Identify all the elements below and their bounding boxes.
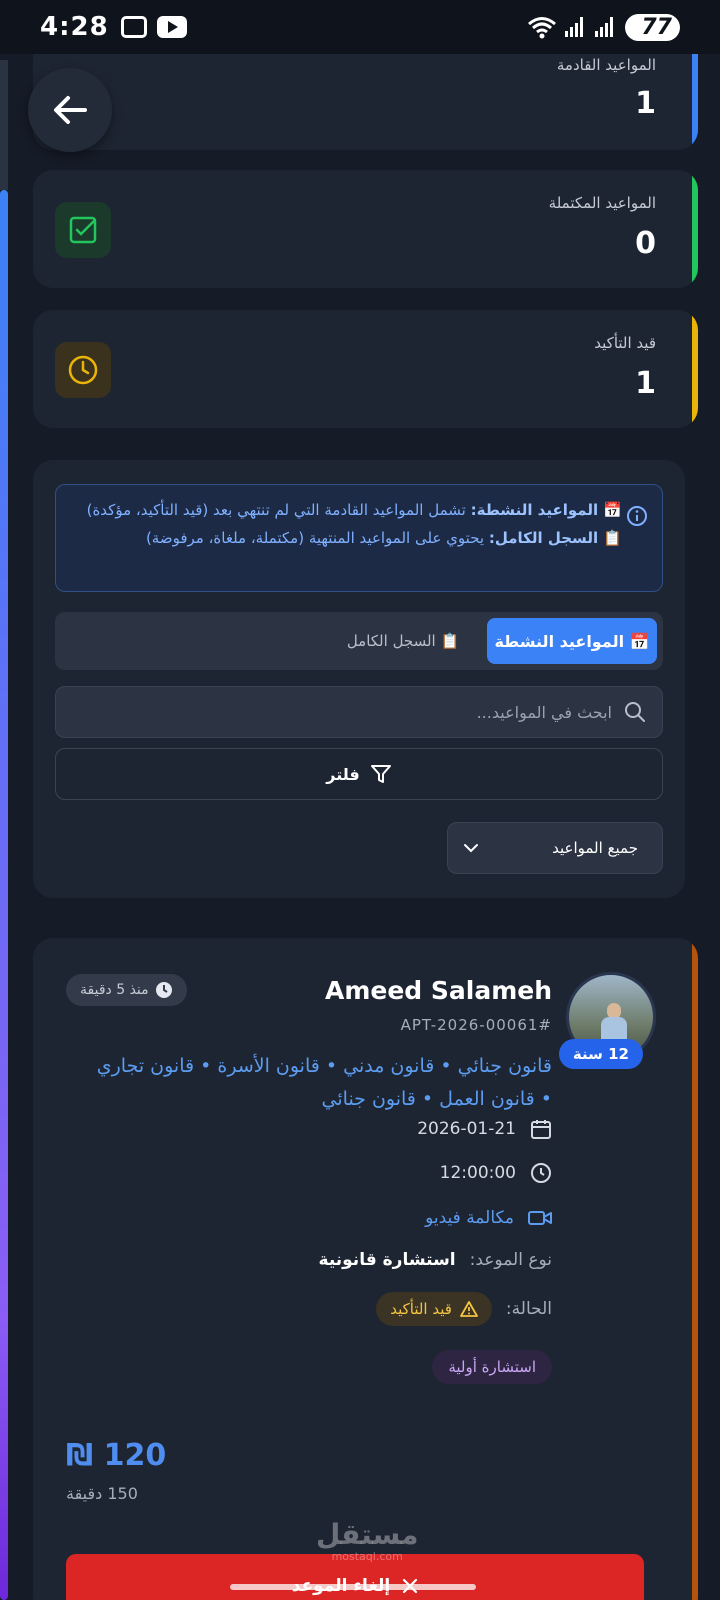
stat-value: 1 (635, 86, 656, 121)
info-history-title: 📋 السجل الكامل: (488, 529, 622, 547)
appointment-method: مكالمة فيديو (425, 1208, 514, 1228)
category-badge: استشارة أولية (432, 1350, 552, 1384)
info-active-line: 📅 المواعيد النشطة: تشمل المواعيد القادمة… (72, 499, 622, 521)
filter-label: فلتر (326, 764, 360, 784)
info-active-title: 📅 المواعيد النشطة: (470, 501, 622, 519)
youtube-icon (156, 16, 187, 38)
date-row: 2026-01-21 (417, 1118, 552, 1140)
time-row: 12:00:00 (440, 1162, 552, 1184)
stat-label: المواعيد المكتملة (548, 194, 656, 212)
status-time: 4:28 (40, 12, 109, 42)
filter-icon (370, 765, 391, 783)
info-icon (627, 506, 647, 526)
appointment-id: APT-2026-00061# (400, 1016, 552, 1034)
time-ago-text: منذ 5 دقيقة (80, 982, 149, 998)
filter-panel: 📅 المواعيد النشطة: تشمل المواعيد القادمة… (33, 460, 685, 898)
filter-button[interactable]: فلتر (55, 748, 663, 800)
appointment-card: 12 سنة Ameed Salameh APT-2026-00061# منذ… (33, 938, 698, 1600)
chevron-down-icon (464, 844, 478, 853)
search-box (55, 686, 663, 738)
wifi-icon (528, 17, 557, 39)
signal-icon-2 (595, 17, 617, 37)
tabs: 📅 المواعيد النشطة 📋 السجل الكامل (55, 612, 663, 670)
search-icon (625, 702, 645, 722)
screenshot-icon (120, 16, 147, 38)
accent-bar (692, 170, 698, 288)
experience-badge: 12 سنة (558, 1039, 643, 1069)
watermark-logo: مستقل mostaql.com (316, 1521, 418, 1568)
stat-label: قيد التأكيد (594, 334, 656, 352)
type-value: استشارة قانونية (318, 1250, 456, 1270)
price: ₪ 120 (66, 1438, 167, 1473)
appointment-time: 12:00:00 (439, 1163, 516, 1183)
status-label: الحالة: (505, 1299, 552, 1319)
scrollbar-thumb[interactable] (0, 190, 8, 1600)
stat-value: 0 (635, 226, 656, 261)
status-badge: قيد التأكيد (376, 1292, 492, 1326)
specialties: قانون جنائي • قانون مدني • قانون الأسرة … (96, 1055, 552, 1110)
video-icon (528, 1211, 552, 1225)
stat-card-completed: المواعيد المكتملة 0 (33, 170, 698, 288)
stat-card-pending: قيد التأكيد 1 (33, 310, 698, 428)
stat-value: 1 (635, 366, 656, 401)
calendar-icon (531, 1120, 551, 1139)
accent-bar (692, 938, 698, 1600)
status-bar: 4:28 77 (0, 0, 720, 54)
back-button[interactable] (28, 68, 112, 152)
type-label: نوع الموعد: (469, 1250, 552, 1270)
tab-active-appointments[interactable]: 📅 المواعيد النشطة (487, 618, 657, 664)
tab-full-history[interactable]: 📋 السجل الكامل (333, 618, 473, 664)
method-row: مكالمة فيديو (425, 1208, 552, 1228)
info-history-text: يحتوي على المواعيد المنتهية (مكتملة، ملغ… (145, 529, 489, 547)
warning-icon (460, 1301, 478, 1317)
info-active-text: تشمل المواعيد القادمة التي لم تنتهي بعد … (86, 501, 471, 519)
status-value: قيد التأكيد (390, 1300, 452, 1318)
accent-bar (692, 310, 698, 428)
appointment-date: 2026-01-21 (417, 1119, 516, 1139)
stat-label: المواعيد القادمة (556, 56, 656, 74)
time-ago-badge: منذ 5 دقيقة (66, 974, 187, 1006)
clock-icon (155, 982, 172, 998)
select-value: جميع المواعيد (552, 839, 638, 857)
status-select[interactable]: جميع المواعيد (447, 822, 663, 874)
home-indicator[interactable] (230, 1584, 476, 1590)
arrow-left-icon (54, 96, 87, 124)
duration: 150 دقيقة (66, 1484, 138, 1503)
info-box: 📅 المواعيد النشطة: تشمل المواعيد القادمة… (55, 484, 663, 592)
battery-indicator: 77 (625, 13, 680, 41)
info-history-line: 📋 السجل الكامل: يحتوي على المواعيد المنت… (72, 527, 622, 549)
clock-icon (531, 1163, 551, 1183)
status-row: الحالة: قيد التأكيد (376, 1292, 552, 1326)
check-square-icon (55, 202, 111, 258)
client-name: Ameed Salameh (324, 976, 552, 1005)
clock-icon (55, 342, 111, 398)
type-row: نوع الموعد: استشارة قانونية (319, 1250, 552, 1270)
search-input[interactable] (112, 697, 612, 727)
signal-icon (565, 17, 587, 37)
scrollbar-track (0, 60, 8, 190)
